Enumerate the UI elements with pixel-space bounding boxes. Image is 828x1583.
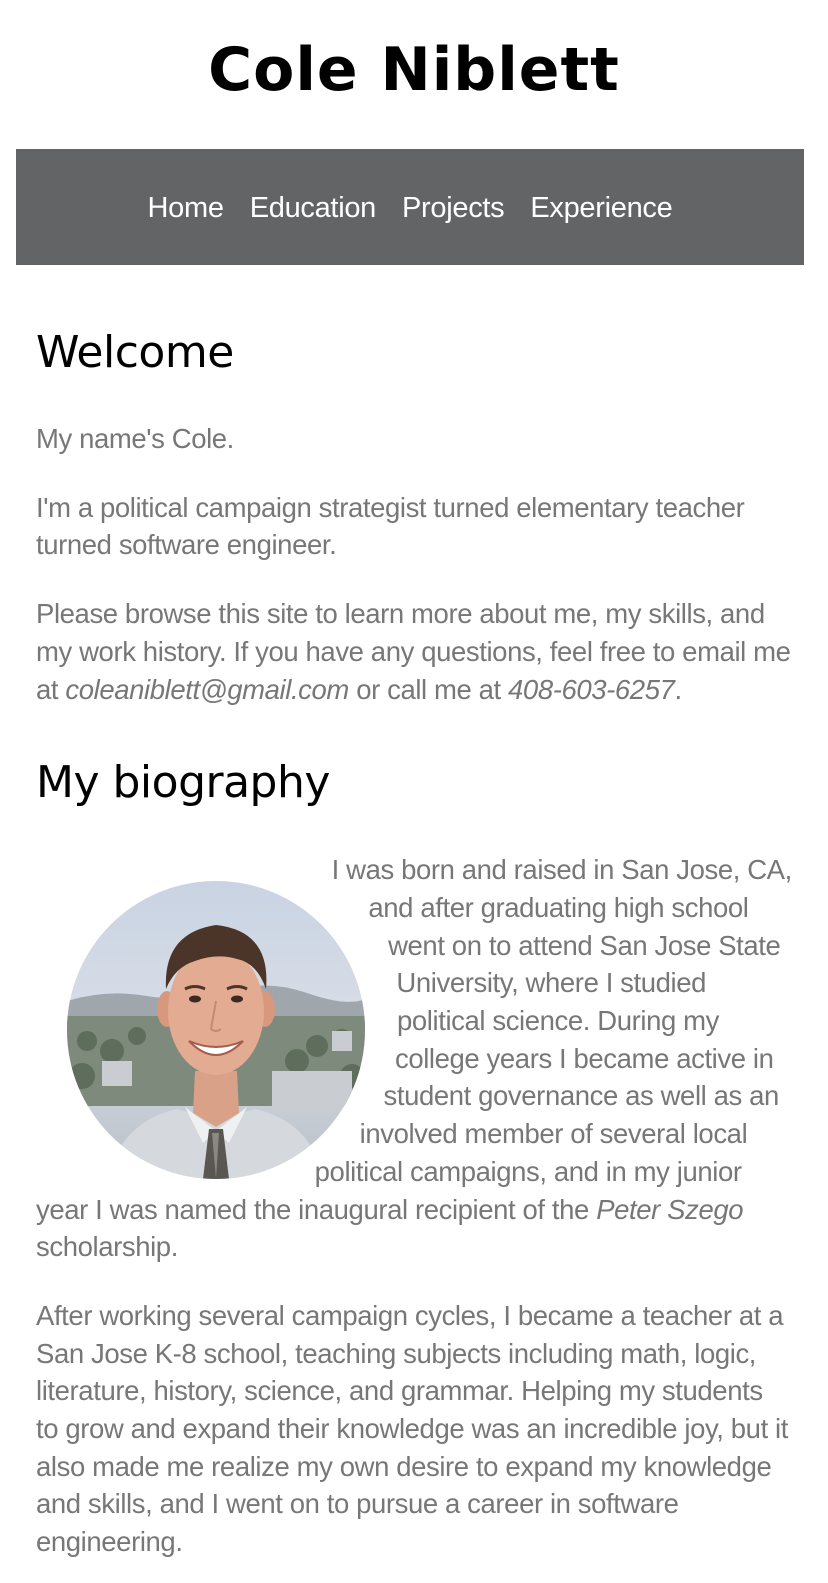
- nav-item-projects[interactable]: Projects: [402, 192, 505, 225]
- phone-number[interactable]: 408-603-6257: [508, 674, 675, 705]
- profile-photo: [67, 881, 365, 1180]
- contact-mid-text: or call me at: [356, 673, 501, 705]
- biography-paragraph-2: After working several campaign cycles, I…: [36, 1299, 789, 1558]
- nav-item-home[interactable]: Home: [148, 192, 224, 225]
- profile-photo-image: [67, 881, 365, 1180]
- biography-heading: My biography: [36, 757, 330, 809]
- main-nav: Home Education Projects Experience: [16, 149, 804, 265]
- email-address[interactable]: coleaniblett@gmail.com: [65, 674, 349, 705]
- nav-item-education[interactable]: Education: [250, 192, 377, 225]
- welcome-intro: My name's Cole.: [36, 423, 234, 454]
- scholarship-name: Peter Szego: [596, 1193, 744, 1225]
- site-title: Cole Niblett: [208, 35, 620, 105]
- biography-body: I was born and raised in San Jose, CA, a…: [36, 851, 792, 1561]
- main-content: Welcome My name's Cole. I'm a political …: [36, 316, 792, 1561]
- welcome-career: I'm a political campaign strategist turn…: [36, 491, 745, 561]
- nav-item-experience[interactable]: Experience: [530, 192, 672, 225]
- welcome-heading: Welcome: [36, 327, 234, 378]
- bio-end-text: scholarship.: [36, 1231, 178, 1263]
- welcome-contact: Please browse this site to learn more ab…: [36, 595, 792, 708]
- contact-end-text: .: [674, 673, 683, 705]
